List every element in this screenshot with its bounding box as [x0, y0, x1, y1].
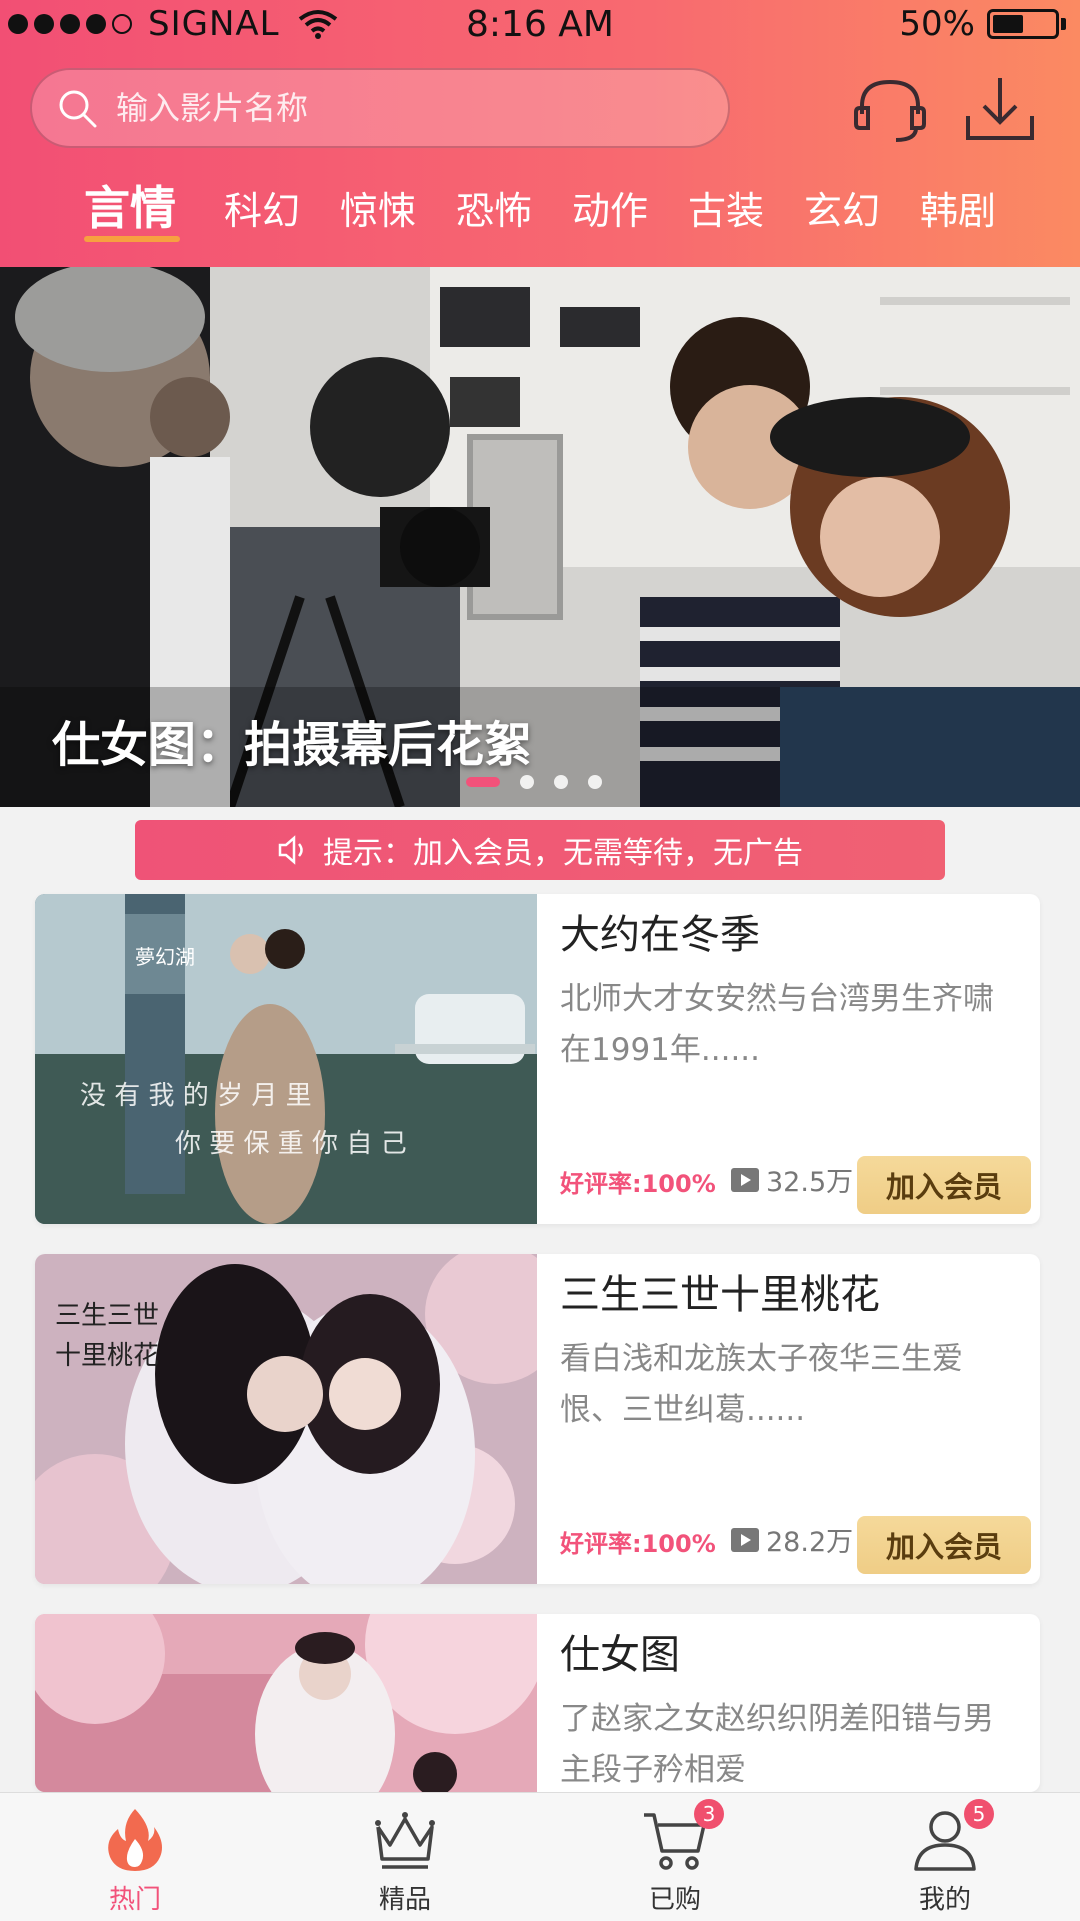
view-count: 28.2万	[730, 1520, 853, 1559]
search-input[interactable]	[114, 88, 678, 128]
movie-poster[interactable]	[35, 1614, 537, 1792]
carousel-indicator	[466, 775, 622, 789]
movie-card[interactable]: 三生三世 十里桃花 三生三世十里桃花 看白浅和龙族太子夜华三生爱恨、三世纠葛..…	[35, 1254, 1040, 1584]
battery-level	[993, 15, 1024, 33]
tabbar-label: 精品	[378, 1885, 431, 1915]
rating-label: 好评率:100%	[560, 1530, 716, 1558]
movie-title[interactable]: 三生三世十里桃花	[560, 1262, 880, 1320]
view-count-text: 32.5万	[766, 1167, 854, 1198]
poster-image	[35, 1614, 537, 1792]
movie-description: 北师大才女安然与台湾男生齐啸在1991年......	[560, 981, 994, 1068]
download-icon[interactable]	[962, 72, 1038, 148]
tab-thriller[interactable]: 惊悚	[340, 180, 416, 235]
tabbar-item-me[interactable]: 5 我的	[810, 1793, 1080, 1921]
play-icon	[731, 1527, 759, 1552]
cart-badge: 3	[694, 1799, 724, 1829]
poster-text: 十里桃花	[55, 1341, 159, 1371]
movie-card[interactable]: 仕女图 了赵家之女赵织织阴差阳错与男主段子矜相爱	[35, 1614, 1040, 1792]
banner-carousel[interactable]: 仕女图：拍摄幕后花絮	[0, 267, 1080, 807]
movie-description: 了赵家之女赵织织阴差阳错与男主段子矜相爱	[560, 1701, 994, 1788]
tab-fantasy[interactable]: 玄幻	[804, 180, 880, 235]
tab-horror[interactable]: 恐怖	[456, 180, 532, 235]
play-icon	[731, 1167, 759, 1192]
crown-icon	[375, 1812, 435, 1869]
view-count: 32.5万	[730, 1160, 853, 1199]
carousel-dot[interactable]	[520, 775, 534, 789]
movie-title[interactable]: 大约在冬季	[560, 902, 760, 960]
tabbar-item-hot[interactable]: 热门	[0, 1793, 270, 1921]
join-vip-button[interactable]: 加入会员	[857, 1516, 1031, 1574]
tabbar-item-premium[interactable]: 精品	[270, 1793, 540, 1921]
banner-title: 仕女图：拍摄幕后花絮	[52, 717, 533, 773]
join-vip-button[interactable]: 加入会员	[857, 1156, 1031, 1214]
poster-image: 三生三世 十里桃花	[35, 1254, 537, 1584]
battery-icon	[987, 9, 1059, 39]
search-icon	[59, 90, 97, 128]
tab-kdrama[interactable]: 韩剧	[920, 180, 996, 235]
carousel-dot[interactable]	[466, 777, 500, 787]
tab-costume[interactable]: 古装	[688, 180, 764, 235]
notice-text: 提示：加入会员，无需等待，无广告	[323, 836, 803, 871]
profile-badge: 5	[964, 1799, 994, 1829]
movie-poster[interactable]: 夢幻湖 没 有 我 的 岁 月 里 你 要 保 重 你 自 己	[35, 894, 537, 1224]
poster-text: 三生三世	[55, 1301, 159, 1331]
movie-poster[interactable]: 三生三世 十里桃花	[35, 1254, 537, 1584]
headset-icon[interactable]	[852, 72, 928, 148]
tabbar-label: 热门	[108, 1885, 161, 1915]
carousel-dot[interactable]	[554, 775, 568, 789]
header: SIGNAL 8:16 AM 50% 输入影片名称 言情 科幻 惊悚 恐怖 动作…	[0, 0, 1080, 267]
poster-image: 夢幻湖 没 有 我 的 岁 月 里 你 要 保 重 你 自 己	[35, 894, 537, 1224]
active-tab-indicator	[84, 236, 180, 242]
poster-text: 没 有 我 的 岁 月 里	[80, 1081, 312, 1111]
battery-tip-icon	[1061, 18, 1066, 30]
search-box[interactable]	[30, 68, 730, 148]
movie-title[interactable]: 仕女图	[560, 1622, 680, 1680]
tabbar-label: 已购	[648, 1885, 701, 1915]
poster-text: 你 要 保 重 你 自 己	[175, 1129, 407, 1159]
bottom-tab-bar: 热门 精品 3 已购 5 我的	[0, 1792, 1080, 1921]
rating-label: 好评率:100%	[560, 1170, 716, 1198]
tab-scifi[interactable]: 科幻	[224, 180, 300, 235]
battery-group: 50%	[899, 4, 1066, 44]
status-bar: SIGNAL 8:16 AM 50%	[0, 0, 1080, 50]
speaker-icon	[278, 835, 303, 865]
view-count-text: 28.2万	[766, 1527, 854, 1558]
tabbar-item-purchased[interactable]: 3 已购	[540, 1793, 810, 1921]
movie-card[interactable]: 夢幻湖 没 有 我 的 岁 月 里 你 要 保 重 你 自 己 大约在冬季 北师…	[35, 894, 1040, 1224]
tab-action[interactable]: 动作	[572, 180, 648, 235]
category-tabs: 言情 科幻 惊悚 恐怖 动作 古装 玄幻 韩剧	[0, 170, 1080, 250]
poster-text: 夢幻湖	[135, 945, 195, 969]
movie-description: 看白浅和龙族太子夜华三生爱恨、三世纠葛......	[560, 1341, 963, 1428]
carousel-dot[interactable]	[588, 775, 602, 789]
battery-percent: 50%	[899, 4, 975, 44]
flame-icon	[108, 1809, 162, 1871]
tab-romance[interactable]: 言情	[84, 172, 176, 238]
tabbar-label: 我的	[918, 1885, 971, 1915]
membership-notice[interactable]: 提示：加入会员，无需等待，无广告	[135, 820, 945, 880]
